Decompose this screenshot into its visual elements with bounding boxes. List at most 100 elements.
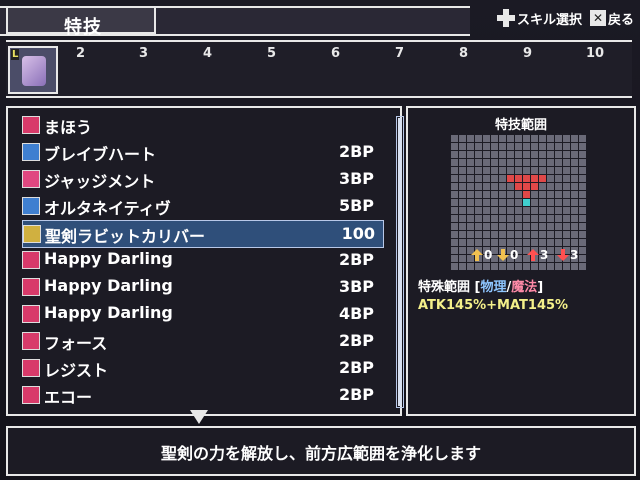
- scrollbar[interactable]: [396, 116, 404, 408]
- range-cell: [547, 223, 554, 230]
- skill-row[interactable]: ブレイブハート 2BP: [22, 139, 382, 165]
- skill-row[interactable]: フォース 2BP: [22, 328, 382, 354]
- range-cell: [571, 159, 578, 166]
- skill-name: ジャッジメント: [44, 172, 156, 191]
- range-cell: [467, 159, 474, 166]
- range-cell: [475, 199, 482, 206]
- skill-type-icon: [22, 143, 40, 161]
- skill-type-icon: [22, 305, 40, 323]
- page-title: 特技: [64, 17, 102, 38]
- range-cell: [547, 159, 554, 166]
- range-cell: [579, 247, 586, 254]
- skill-row[interactable]: エコー 2BP: [22, 382, 382, 408]
- range-cell: [507, 191, 514, 198]
- skill-row[interactable]: 聖剣ラビットカリバー 100: [22, 220, 384, 248]
- range-cell: [571, 207, 578, 214]
- party-slot-8[interactable]: 8: [459, 46, 468, 61]
- range-cell: [459, 191, 466, 198]
- range-cell: [507, 183, 514, 190]
- range-cell: [531, 231, 538, 238]
- range-cell: [571, 167, 578, 174]
- range-cell-active: [539, 175, 546, 182]
- range-cell: [555, 207, 562, 214]
- skill-type-icon: [22, 197, 40, 215]
- range-cell: [483, 199, 490, 206]
- party-slot-6[interactable]: 6: [331, 46, 340, 61]
- scroll-down-icon[interactable]: [190, 410, 208, 424]
- skill-cost: 2BP: [338, 358, 374, 377]
- party-slot-7[interactable]: 7: [395, 46, 404, 61]
- party-slot-3[interactable]: 3: [139, 46, 148, 61]
- range-cell: [475, 223, 482, 230]
- skill-name: ブレイブハート: [44, 145, 157, 164]
- range-cell: [475, 175, 482, 182]
- skill-row[interactable]: Happy Darling 3BP: [22, 274, 382, 300]
- range-cell: [531, 159, 538, 166]
- up-arrow-icon: [526, 249, 540, 261]
- help-bar: スキル選択 ✕ 戻る: [496, 6, 634, 30]
- skill-type-icon: [22, 170, 40, 188]
- range-cell: [483, 143, 490, 150]
- range-cell: [579, 231, 586, 238]
- range-cell: [539, 223, 546, 230]
- range-cell: [499, 159, 506, 166]
- scrollbar-thumb[interactable]: [398, 118, 402, 406]
- range-cell: [515, 215, 522, 222]
- skill-type-icon: [22, 116, 40, 134]
- range-cell: [563, 135, 570, 142]
- range-cell: [555, 183, 562, 190]
- range-cell: [451, 183, 458, 190]
- skill-name: レジスト: [44, 361, 109, 380]
- skill-row[interactable]: Happy Darling 4BP: [22, 301, 382, 327]
- range-cell: [515, 191, 522, 198]
- magic-label: 魔法: [511, 280, 538, 295]
- range-cell: [547, 151, 554, 158]
- range-cell: [483, 263, 490, 270]
- skill-row[interactable]: オルタネイティヴ 5BP: [22, 193, 382, 219]
- range-cell: [547, 263, 554, 270]
- party-slot-4[interactable]: 4: [203, 46, 212, 61]
- range-cell: [459, 263, 466, 270]
- range-cell: [467, 215, 474, 222]
- skill-cost: 2BP: [338, 142, 374, 161]
- skill-cost: 2BP: [338, 385, 374, 404]
- stat-3-value: 3: [540, 248, 549, 262]
- range-cell: [515, 223, 522, 230]
- range-cell: [499, 207, 506, 214]
- range-cell: [555, 231, 562, 238]
- range-cell: [531, 191, 538, 198]
- back-hint[interactable]: 戻る: [608, 9, 634, 28]
- party-slot-2[interactable]: 2: [76, 46, 85, 61]
- range-cell: [547, 167, 554, 174]
- range-cell: [531, 135, 538, 142]
- range-cell: [571, 191, 578, 198]
- party-slot-9[interactable]: 9: [523, 46, 532, 61]
- range-cell: [467, 135, 474, 142]
- range-cell: [451, 207, 458, 214]
- range-cell: [531, 207, 538, 214]
- range-cell: [571, 151, 578, 158]
- skill-row[interactable]: Happy Darling 2BP: [22, 247, 382, 273]
- range-cell: [515, 135, 522, 142]
- skill-row[interactable]: レジスト 2BP: [22, 355, 382, 381]
- range-cell: [507, 159, 514, 166]
- range-cell: [451, 167, 458, 174]
- range-cell: [555, 143, 562, 150]
- range-cell: [451, 151, 458, 158]
- party-slot-1[interactable]: L: [8, 46, 58, 94]
- range-cell: [563, 223, 570, 230]
- range-cell: [539, 191, 546, 198]
- party-slot-10[interactable]: 10: [586, 46, 604, 61]
- range-cell: [483, 135, 490, 142]
- skill-row[interactable]: まほう: [22, 112, 382, 138]
- range-cell: [571, 263, 578, 270]
- range-cell-active: [507, 175, 514, 182]
- skill-row[interactable]: ジャッジメント 3BP: [22, 166, 382, 192]
- range-cell: [491, 239, 498, 246]
- range-cell: [491, 143, 498, 150]
- range-cell: [563, 143, 570, 150]
- skill-name: オルタネイティヴ: [44, 199, 171, 218]
- range-cell: [547, 199, 554, 206]
- range-cell: [467, 183, 474, 190]
- party-slot-5[interactable]: 5: [267, 46, 276, 61]
